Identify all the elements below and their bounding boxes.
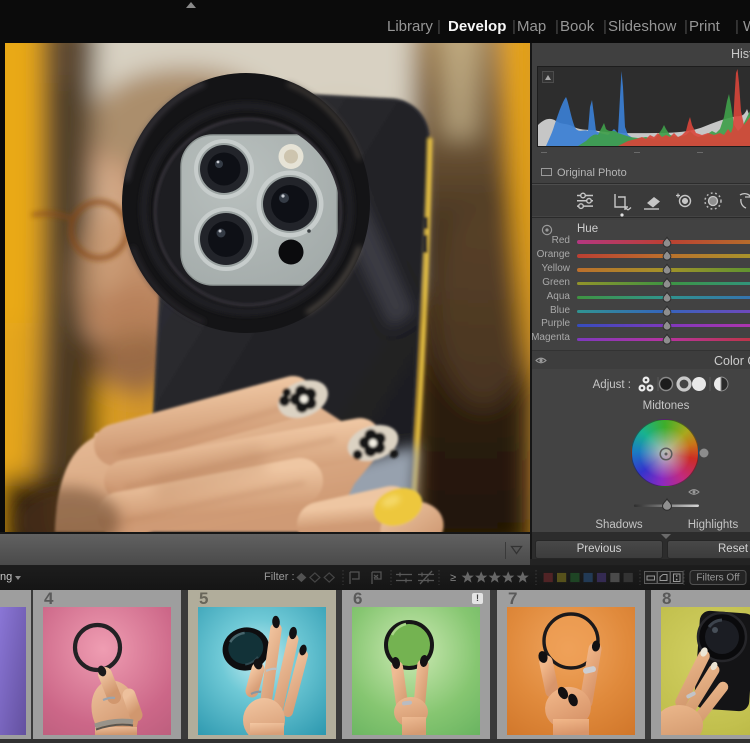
svg-text:Midtones: Midtones [643,400,690,412]
svg-text:Shadows: Shadows [595,519,643,531]
svg-text:Filters Off: Filters Off [696,573,739,584]
svg-text:Adjust :: Adjust : [593,379,631,391]
svg-text:≥: ≥ [450,572,456,584]
svg-text:Color Grading: Color Grading [714,354,750,368]
svg-text:Highlights: Highlights [688,519,739,531]
